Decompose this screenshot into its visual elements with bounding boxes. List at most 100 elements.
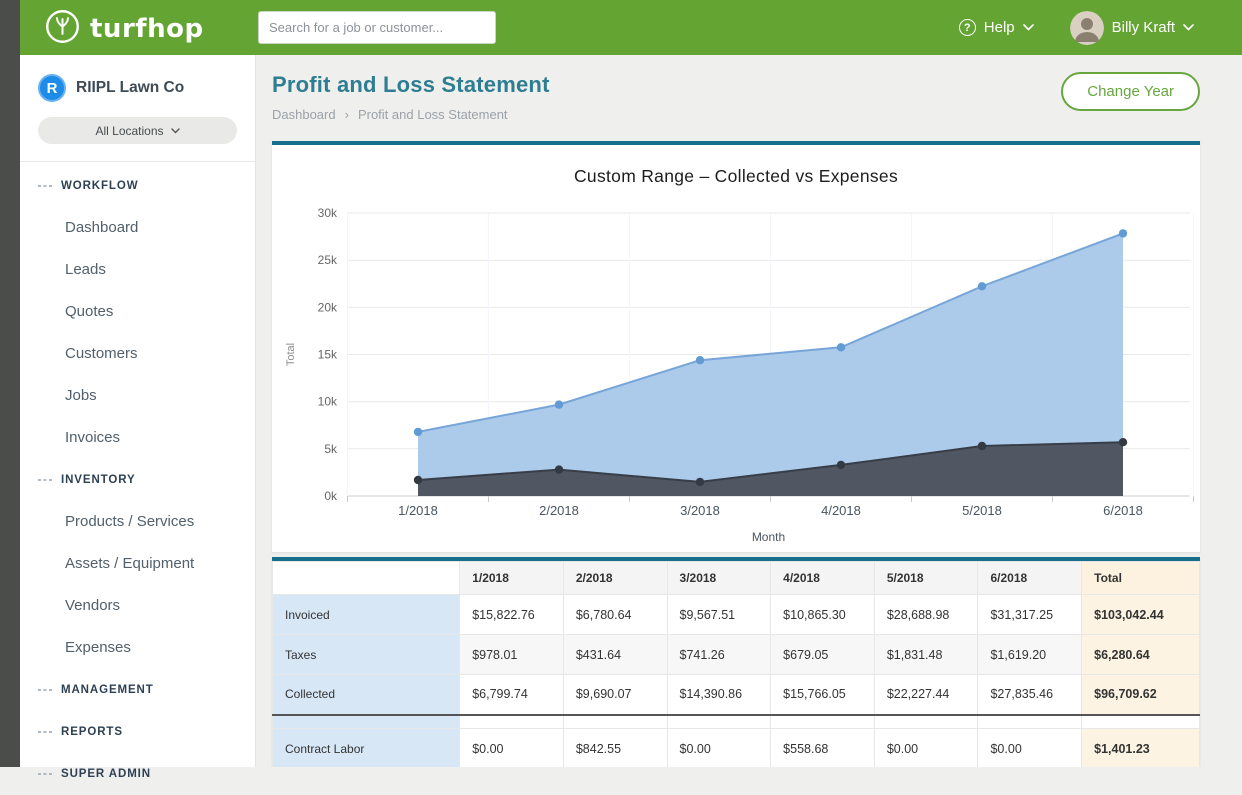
table-corner-cell [273, 562, 460, 595]
sidebar-item-leads[interactable]: Leads [20, 249, 255, 291]
total-cell: $1,401.23 [1082, 729, 1200, 768]
column-header: 6/2018 [978, 562, 1082, 595]
chart-card: Custom Range – Collected vs Expenses 0k 5… [272, 141, 1200, 552]
value-cell: $27,835.46 [978, 675, 1082, 715]
user-name: Billy Kraft [1112, 19, 1175, 36]
value-cell: $558.68 [771, 729, 875, 768]
sidebar: R RIIPL Lawn Co All Locations WORKFLOW Da… [20, 55, 256, 767]
nav-section-inventory[interactable]: INVENTORY [20, 459, 255, 501]
sidebar-item-customers[interactable]: Customers [20, 333, 255, 375]
svg-text:10k: 10k [318, 395, 338, 409]
column-header: 5/2018 [874, 562, 978, 595]
value-cell: $0.00 [978, 729, 1082, 768]
table-row-invoiced: Invoiced$15,822.76$6,780.64$9,567.51$10,… [273, 595, 1200, 635]
nav-section-label: MANAGEMENT [61, 684, 154, 696]
row-label: Collected [273, 675, 460, 715]
brand-name: turfhop [90, 14, 204, 44]
main-content: Profit and Loss Statement Dashboard › Pr… [256, 55, 1242, 767]
nav-section-super-admin[interactable]: SUPER ADMIN [20, 753, 255, 795]
user-menu[interactable]: Billy Kraft [1070, 11, 1194, 45]
breadcrumb-separator-icon: › [345, 107, 349, 122]
value-cell: $1,831.48 [874, 635, 978, 675]
chevron-down-icon [1183, 24, 1194, 31]
nav-section-workflow[interactable]: WORKFLOW [20, 165, 255, 207]
column-header: 2/2018 [563, 562, 667, 595]
svg-text:30k: 30k [318, 206, 338, 220]
tree-dash-icon [38, 730, 53, 734]
value-cell: $22,227.44 [874, 675, 978, 715]
value-cell: $28,688.98 [874, 595, 978, 635]
sidebar-nav: WORKFLOW DashboardLeadsQuotesCustomersJob… [20, 162, 255, 795]
locations-dropdown[interactable]: All Locations [38, 117, 237, 144]
value-cell: $10,865.30 [771, 595, 875, 635]
chart-title: Custom Range – Collected vs Expenses [272, 145, 1200, 187]
breadcrumb: Dashboard › Profit and Loss Statement [272, 107, 550, 122]
row-label: Taxes [273, 635, 460, 675]
column-header: 4/2018 [771, 562, 875, 595]
nav-section-reports[interactable]: REPORTS [20, 711, 255, 753]
sidebar-item-invoices[interactable]: Invoices [20, 417, 255, 459]
value-cell: $431.64 [563, 635, 667, 675]
svg-text:Month: Month [752, 530, 785, 544]
total-cell: $103,042.44 [1082, 595, 1200, 635]
svg-text:0k: 0k [324, 489, 338, 503]
sidebar-item-vendors[interactable]: Vendors [20, 585, 255, 627]
value-cell: $0.00 [667, 729, 771, 768]
nav-section-management[interactable]: MANAGEMENT [20, 669, 255, 711]
column-header: 1/2018 [460, 562, 564, 595]
table-row-collected: Collected$6,799.74$9,690.07$14,390.86$15… [273, 675, 1200, 715]
value-cell: $0.00 [460, 729, 564, 768]
sidebar-item-dashboard[interactable]: Dashboard [20, 207, 255, 249]
table-row-taxes: Taxes$978.01$431.64$741.26$679.05$1,831.… [273, 635, 1200, 675]
sidebar-item-quotes[interactable]: Quotes [20, 291, 255, 333]
nav-section-label: REPORTS [61, 726, 123, 738]
svg-text:5k: 5k [324, 442, 338, 456]
nav-section-label: INVENTORY [61, 474, 136, 486]
svg-text:20k: 20k [318, 300, 338, 314]
topbar-right: ? Help Billy Kraft [959, 0, 1194, 55]
tree-dash-icon [38, 478, 53, 482]
value-cell: $9,690.07 [563, 675, 667, 715]
value-cell: $14,390.86 [667, 675, 771, 715]
sidebar-item-jobs[interactable]: Jobs [20, 375, 255, 417]
page-title: Profit and Loss Statement [272, 72, 550, 98]
breadcrumb-dashboard[interactable]: Dashboard [272, 107, 336, 122]
svg-text:1/2018: 1/2018 [398, 503, 438, 518]
svg-text:5/2018: 5/2018 [962, 503, 1002, 518]
svg-text:2/2018: 2/2018 [539, 503, 579, 518]
svg-text:25k: 25k [318, 253, 338, 267]
turfhop-logo-icon [44, 8, 81, 50]
company-header[interactable]: R RIIPL Lawn Co [20, 55, 255, 102]
column-header-total: Total [1082, 562, 1200, 595]
value-cell: $1,619.20 [978, 635, 1082, 675]
page-header: Profit and Loss Statement Dashboard › Pr… [272, 72, 1200, 122]
column-header: 3/2018 [667, 562, 771, 595]
tree-dash-icon [38, 184, 53, 188]
svg-text:4/2018: 4/2018 [821, 503, 861, 518]
row-label: Contract Labor [273, 729, 460, 768]
pl-table: 1/20182/20183/20184/20185/20186/2018Tota… [272, 561, 1200, 767]
table-row-contract-labor: Contract Labor$0.00$842.55$0.00$558.68$0… [273, 729, 1200, 768]
sidebar-item-expenses[interactable]: Expenses [20, 627, 255, 669]
total-cell: $96,709.62 [1082, 675, 1200, 715]
svg-text:3/2018: 3/2018 [680, 503, 720, 518]
pl-area-chart[interactable]: 0k 5k 10k 15k 20k 25k 30k 1/2018 2/2018 3/2018 4/2… [272, 193, 1200, 552]
svg-text:15k: 15k [318, 348, 338, 362]
sidebar-item-assets-equipment[interactable]: Assets / Equipment [20, 543, 255, 585]
change-year-button[interactable]: Change Year [1061, 72, 1200, 111]
nav-section-label: SUPER ADMIN [61, 768, 151, 780]
value-cell: $6,780.64 [563, 595, 667, 635]
help-icon: ? [959, 19, 976, 36]
svg-text:Total: Total [285, 343, 297, 366]
search-input[interactable] [258, 11, 496, 44]
value-cell: $15,822.76 [460, 595, 564, 635]
sidebar-item-products-services[interactable]: Products / Services [20, 501, 255, 543]
nav-section-label: WORKFLOW [61, 180, 138, 192]
brand[interactable]: turfhop [44, 8, 204, 50]
value-cell: $978.01 [460, 635, 564, 675]
row-label: Invoiced [273, 595, 460, 635]
chevron-down-icon [1023, 24, 1034, 31]
help-menu[interactable]: ? Help [959, 19, 1034, 36]
breadcrumb-current: Profit and Loss Statement [358, 107, 508, 122]
table-spacer-row [273, 715, 1200, 729]
